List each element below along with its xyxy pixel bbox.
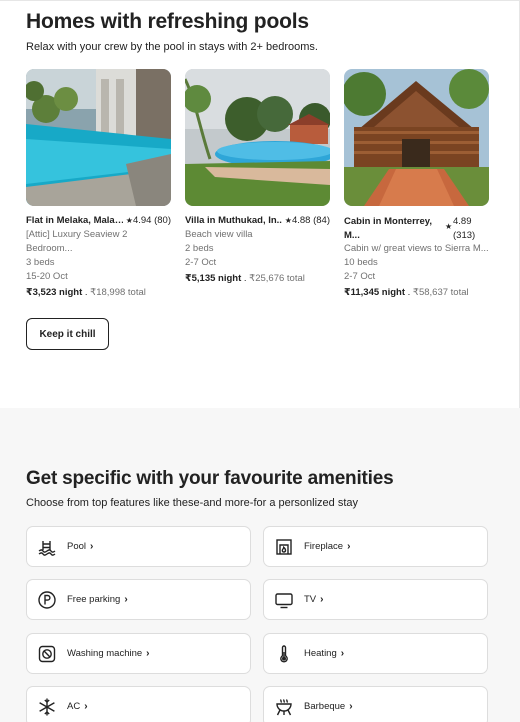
section-title: Homes with refreshing pools <box>26 10 309 33</box>
rating-value: 4.94 (80) <box>132 215 171 226</box>
listing-card[interactable]: Villa in Muthukad, In... ★4.88 (84) Beac… <box>185 69 330 286</box>
chevron-right-icon: › <box>320 594 324 605</box>
star-icon: ★ <box>125 216 133 225</box>
amenity-label: AC <box>67 701 81 712</box>
listing-dates: 2-7 Oct <box>185 257 217 268</box>
amenity-label: Washing machine <box>67 648 143 659</box>
total-price: ₹18,998 total <box>90 287 146 298</box>
amenity-label: Heating <box>304 648 337 659</box>
listing-desc: Beach view villa <box>185 229 253 240</box>
amenity-tv[interactable]: TV › <box>263 579 488 620</box>
amenity-ac[interactable]: AC › <box>26 686 251 722</box>
listing-photo[interactable] <box>26 69 171 206</box>
washing-machine-icon <box>37 644 57 664</box>
separator-dot: . <box>243 273 247 284</box>
listing-rating: ★4.88 (84) <box>281 215 330 226</box>
night-price: ₹3,523 night <box>26 287 83 298</box>
chevron-right-icon: › <box>90 541 94 552</box>
amenity-label: Barbeque <box>304 701 346 712</box>
pool-icon <box>37 537 57 557</box>
keep-it-chill-button[interactable]: Keep it chill <box>26 318 109 350</box>
amenity-washing-machine[interactable]: Washing machine › <box>26 633 251 674</box>
listing-photo[interactable] <box>185 69 330 206</box>
amenities-title: Get specific with your favourite ameniti… <box>26 468 394 489</box>
fireplace-icon <box>274 537 294 557</box>
section-subtitle: Relax with your crew by the pool in stay… <box>26 41 318 53</box>
rating-count: (313) <box>453 230 476 241</box>
listing-beds: 3 beds <box>26 257 55 268</box>
chevron-right-icon: › <box>84 701 88 712</box>
amenities-subtitle: Choose from top features like these-and … <box>26 497 358 509</box>
amenity-pool[interactable]: Pool › <box>26 526 251 567</box>
rating-value: 4.88 (84) <box>291 215 330 226</box>
listing-title: Flat in Melaka, Malay... <box>26 215 126 226</box>
listing-rating: ★ 4.89 (313) <box>445 215 489 243</box>
amenity-label: TV <box>304 594 317 605</box>
listing-price: ₹11,345 night . ₹58,637 total <box>344 286 489 300</box>
pools-section: Homes with refreshing pools Relax with y… <box>0 0 520 408</box>
amenity-label: Free parking <box>67 594 121 605</box>
listing-rating: ★4.94 (80) <box>122 215 171 226</box>
listing-beds: 2 beds <box>185 243 214 254</box>
amenity-label: Pool <box>67 541 87 552</box>
amenity-barbeque[interactable]: Barbeque › <box>263 686 488 722</box>
listing-dates: 2-7 Oct <box>344 271 376 282</box>
listing-desc: Cabin w/ great views to Sierra M... <box>344 243 489 254</box>
listing-beds: 10 beds <box>344 257 378 268</box>
listing-card[interactable]: Flat in Melaka, Malay... ★4.94 (80) [Att… <box>26 69 171 300</box>
amenity-label: Fireplace <box>304 541 344 552</box>
night-price: ₹11,345 night <box>344 287 405 298</box>
total-price: ₹58,637 total <box>412 287 469 298</box>
rating-value: 4.89 <box>453 216 472 227</box>
separator-dot: . <box>84 287 88 298</box>
snowflake-icon <box>37 697 57 717</box>
total-price: ₹25,676 total <box>249 273 305 284</box>
parking-icon <box>37 590 57 610</box>
listing-desc: [Attic] Luxury Seaview 2 Bedroom... <box>26 229 128 254</box>
listing-price: ₹3,523 night . ₹18,998 total <box>26 286 171 300</box>
star-icon: ★ <box>284 216 292 225</box>
amenity-fireplace[interactable]: Fireplace › <box>263 526 488 567</box>
barbeque-icon <box>274 697 294 717</box>
listing-price: ₹5,135 night . ₹25,676 total <box>185 272 330 286</box>
listing-dates: 15-20 Oct <box>26 271 68 282</box>
tv-icon <box>274 590 294 610</box>
chevron-right-icon: › <box>347 541 351 552</box>
chevron-right-icon: › <box>124 594 128 605</box>
listing-photo[interactable] <box>344 69 489 206</box>
chevron-right-icon: › <box>146 648 150 659</box>
amenity-heating[interactable]: Heating › <box>263 633 488 674</box>
listing-title: Cabin in Monterrey, M... <box>344 216 432 241</box>
thermometer-icon <box>274 644 294 664</box>
listing-card[interactable]: Cabin in Monterrey, M... ★ 4.89 (313) Cabi… <box>344 69 489 300</box>
chevron-right-icon: › <box>340 648 345 659</box>
chevron-right-icon: › <box>349 701 353 712</box>
star-icon: ★ <box>445 222 453 231</box>
night-price: ₹5,135 night <box>185 273 242 284</box>
separator-dot: . <box>407 287 411 298</box>
amenity-free-parking[interactable]: Free parking › <box>26 579 251 620</box>
listing-title: Villa in Muthukad, In... <box>185 215 285 226</box>
